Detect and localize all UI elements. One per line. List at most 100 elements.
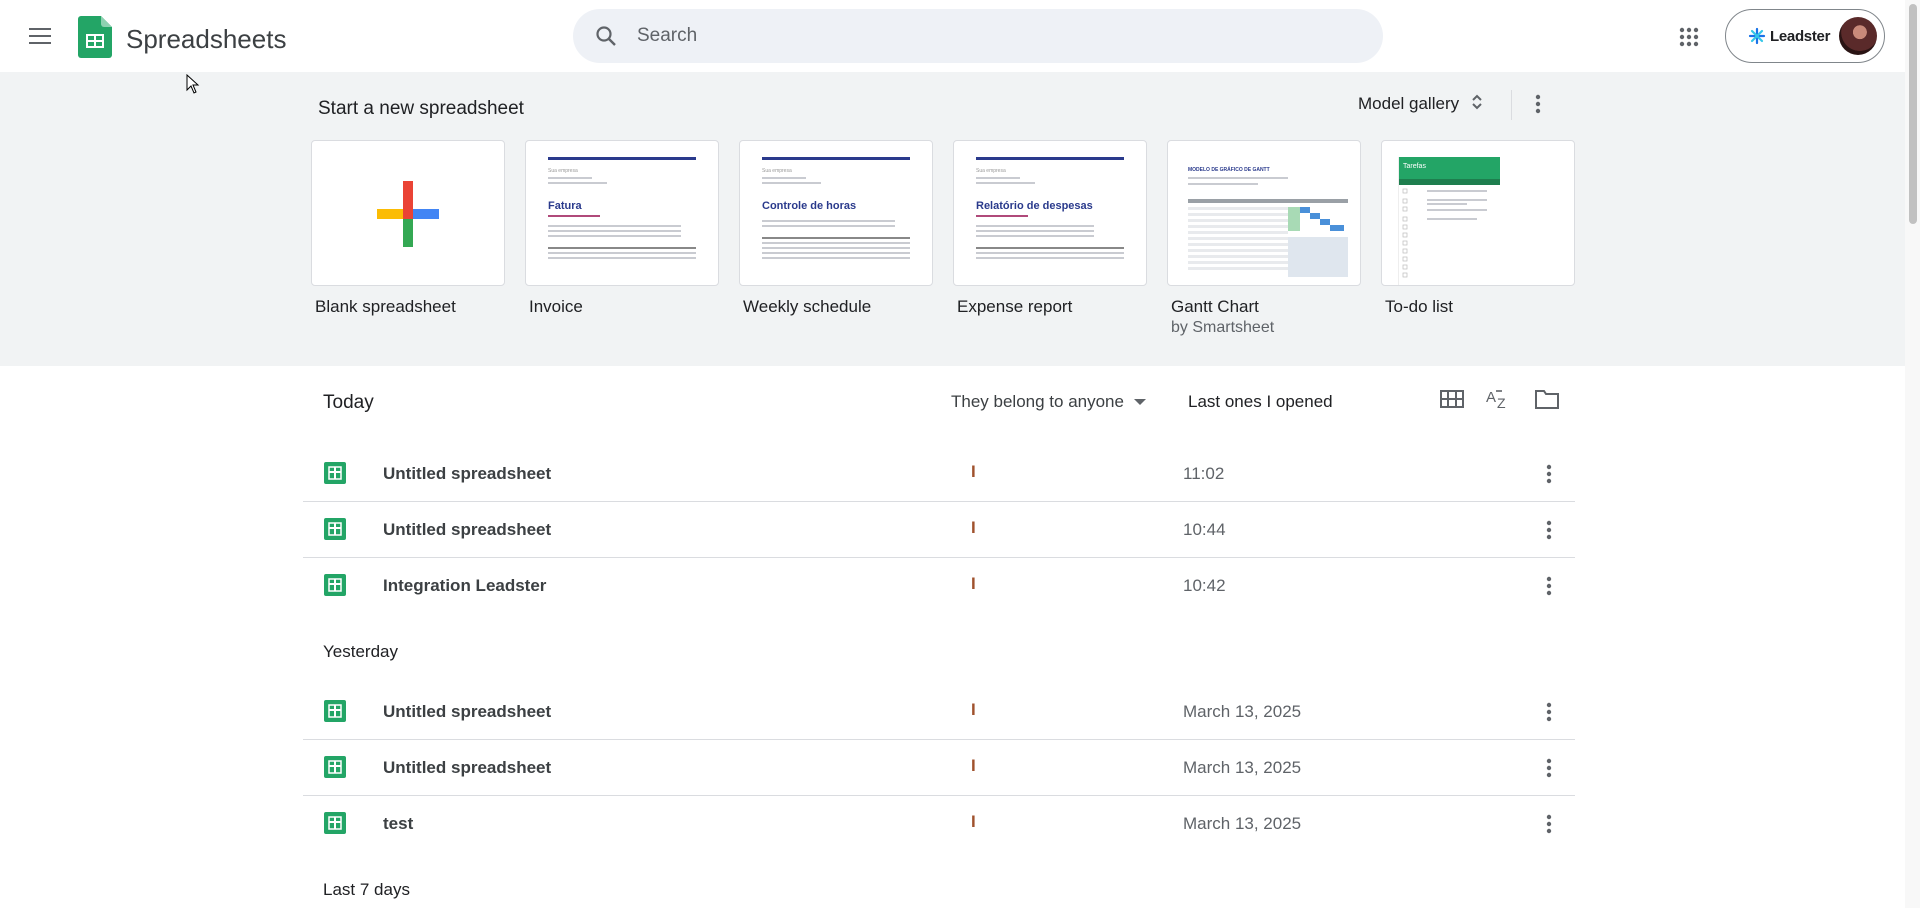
- template-gallery: Start a new spreadsheet Model gallery Bl…: [0, 72, 1905, 366]
- file-more-button[interactable]: [1534, 458, 1564, 490]
- app-title[interactable]: Spreadsheets: [126, 24, 286, 55]
- more-vert-icon: [1546, 576, 1552, 596]
- file-owner: I: [971, 700, 976, 719]
- search-input[interactable]: [637, 25, 1337, 47]
- file-row[interactable]: Untitled spreadsheet I 10:44: [303, 502, 1575, 558]
- file-name: Untitled spreadsheet: [383, 464, 552, 483]
- thumb-title: Relatório de despesas: [976, 200, 1093, 212]
- account-switcher[interactable]: Leadster: [1725, 9, 1885, 63]
- grid-view-button[interactable]: [1434, 381, 1470, 417]
- thumb-company: Sua empresa: [762, 168, 792, 174]
- file-owner: I: [971, 812, 976, 831]
- template-sublabel: by Smartsheet: [1171, 319, 1275, 336]
- files-section-title: Today: [323, 392, 374, 413]
- template-thumbnail: Sua empresa Fatura: [525, 140, 719, 286]
- sort-options-button[interactable]: A Z: [1481, 381, 1517, 417]
- owner-filter-label: They belong to anyone: [951, 392, 1124, 411]
- spreadsheet-file-icon: [324, 574, 346, 596]
- file-row[interactable]: Untitled spreadsheet I March 13, 2025: [303, 740, 1575, 796]
- file-owner: I: [971, 756, 976, 775]
- file-more-button[interactable]: [1534, 514, 1564, 546]
- mouse-cursor-icon: [186, 74, 200, 94]
- plus-icon: [377, 181, 439, 247]
- group-label-yesterday: Yesterday: [323, 642, 398, 661]
- svg-text:A: A: [1486, 389, 1496, 406]
- template-expense-report[interactable]: Sua empresa Relatório de despesas Expens…: [953, 140, 1147, 317]
- account-brand-label: Leadster: [1770, 27, 1831, 45]
- template-gantt-chart[interactable]: MODELO DE GRÁFICO DE GANTT Gantt Chart b…: [1167, 140, 1361, 337]
- divider: [1511, 90, 1512, 120]
- file-more-button[interactable]: [1534, 570, 1564, 602]
- google-apps-button[interactable]: [1672, 20, 1706, 54]
- todo-thumb-graphic: [1402, 188, 1487, 278]
- scrollbar-thumb[interactable]: [1909, 4, 1917, 224]
- main-menu-button[interactable]: [22, 18, 58, 54]
- owner-filter-dropdown[interactable]: They belong to anyone: [951, 386, 1146, 418]
- file-more-button[interactable]: [1534, 808, 1564, 840]
- file-date: March 13, 2025: [1183, 814, 1302, 833]
- file-more-button[interactable]: [1534, 696, 1564, 728]
- template-label: Blank spreadsheet: [315, 297, 456, 316]
- template-label: To-do list: [1385, 297, 1454, 316]
- more-vert-icon: [1546, 758, 1552, 778]
- file-date: 10:42: [1183, 576, 1226, 595]
- spreadsheet-file-icon: [324, 462, 346, 484]
- account-brand: Leadster: [1748, 27, 1830, 45]
- model-gallery-button[interactable]: Model gallery: [1348, 86, 1493, 122]
- file-name: Integration Leadster: [383, 576, 547, 595]
- file-name: Untitled spreadsheet: [383, 758, 552, 777]
- leadster-logo-icon: [1748, 27, 1766, 45]
- template-thumbnail: Sua empresa Controle de horas: [739, 140, 933, 286]
- file-name: Untitled spreadsheet: [383, 520, 552, 539]
- template-invoice[interactable]: Sua empresa Fatura Invoice: [525, 140, 719, 317]
- template-label: Gantt Chart: [1171, 297, 1259, 316]
- open-file-picker-button[interactable]: [1529, 381, 1565, 417]
- file-row[interactable]: Integration Leadster I 10:42: [303, 558, 1575, 614]
- gantt-thumb-graphic: [1188, 177, 1348, 277]
- thumb-title: MODELO DE GRÁFICO DE GANTT: [1188, 167, 1270, 173]
- file-date: March 13, 2025: [1183, 702, 1302, 721]
- file-date: 10:44: [1183, 520, 1226, 539]
- svg-text:Z: Z: [1497, 395, 1506, 410]
- thumb-company: Sua empresa: [976, 168, 1006, 174]
- spreadsheet-file-icon: [324, 518, 346, 540]
- file-row[interactable]: Untitled spreadsheet I 11:02: [303, 446, 1575, 502]
- file-row[interactable]: Untitled spreadsheet I March 13, 2025: [303, 684, 1575, 740]
- sheets-logo-icon[interactable]: [78, 16, 112, 58]
- template-thumbnail: Sua empresa Relatório de despesas: [953, 140, 1147, 286]
- file-date: March 13, 2025: [1183, 758, 1302, 777]
- unfold-icon: [1471, 92, 1483, 117]
- grid-view-icon: [1440, 390, 1464, 408]
- template-thumbnail: [311, 140, 505, 286]
- template-more-button[interactable]: [1526, 86, 1550, 122]
- file-more-button[interactable]: [1534, 752, 1564, 784]
- thumb-title: Fatura: [548, 200, 582, 212]
- template-label: Invoice: [529, 297, 583, 316]
- template-to-do-list[interactable]: Tarefas To-do list: [1381, 140, 1575, 317]
- thumb-company: Sua empresa: [548, 168, 578, 174]
- more-vert-icon: [1546, 702, 1552, 722]
- file-row[interactable]: test I March 13, 2025: [303, 796, 1575, 852]
- thumb-title: Controle de horas: [762, 200, 857, 212]
- folder-icon: [1535, 390, 1559, 409]
- more-vert-icon: [1535, 94, 1541, 114]
- file-name: Untitled spreadsheet: [383, 702, 552, 721]
- file-name: test: [383, 814, 414, 833]
- top-app-bar: Spreadsheets Search Leadster: [0, 0, 1905, 72]
- file-date: 11:02: [1183, 464, 1225, 483]
- template-thumbnail: Tarefas: [1381, 140, 1575, 286]
- avatar[interactable]: [1839, 17, 1877, 55]
- search-icon[interactable]: [591, 21, 621, 51]
- sort-label: Last ones I opened: [1188, 392, 1333, 411]
- search-bar[interactable]: [573, 9, 1383, 63]
- more-vert-icon: [1546, 464, 1552, 484]
- spreadsheet-file-icon: [324, 756, 346, 778]
- apps-grid-icon: [1679, 27, 1699, 47]
- template-weekly-schedule[interactable]: Sua empresa Controle de horas Weekly sch…: [739, 140, 933, 317]
- file-owner: I: [971, 518, 976, 537]
- file-owner: I: [971, 462, 976, 481]
- group-label-last-7-days: Last 7 days: [323, 880, 410, 899]
- sort-dropdown[interactable]: Last ones I opened: [1188, 386, 1333, 418]
- sort-az-icon: A Z: [1486, 389, 1506, 410]
- template-blank[interactable]: Blank spreadsheet: [311, 140, 505, 317]
